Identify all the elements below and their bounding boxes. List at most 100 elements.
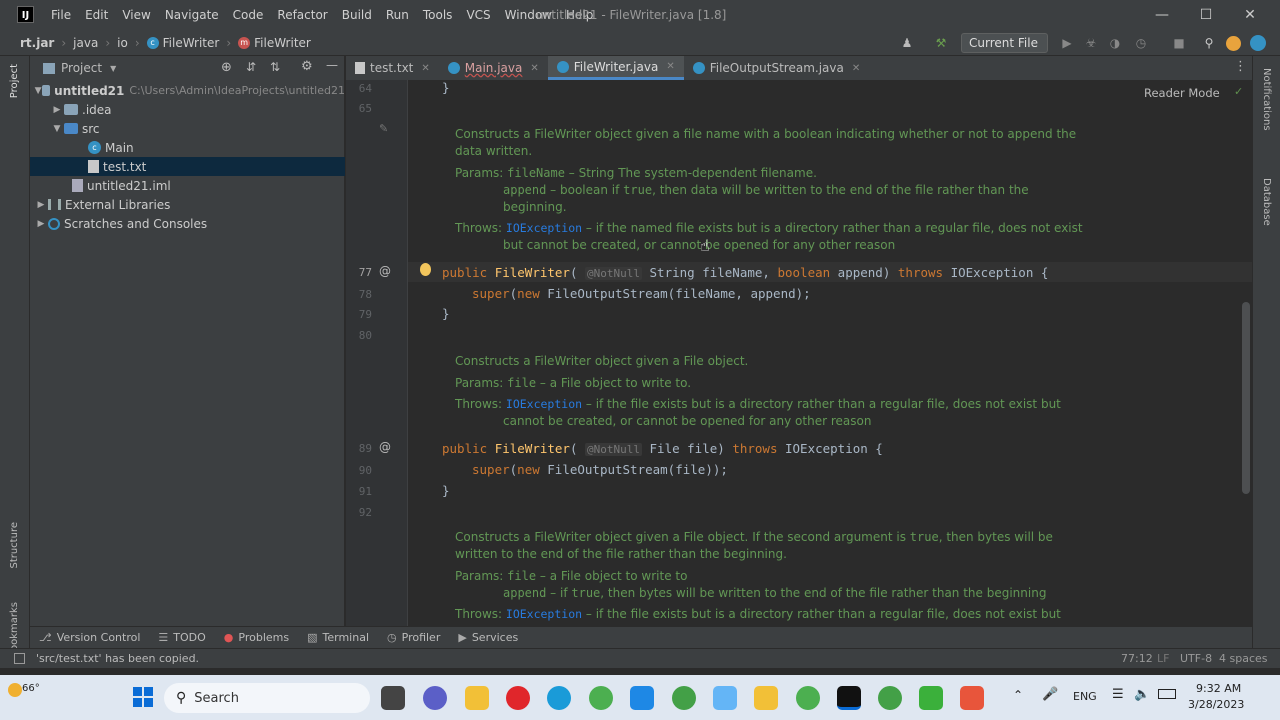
battery-icon[interactable] — [1158, 689, 1176, 699]
maximize-button[interactable]: ☐ — [1184, 0, 1228, 30]
close-icon[interactable]: ✕ — [666, 61, 674, 72]
line-separator[interactable]: LF — [1157, 652, 1169, 665]
tab-test-txt[interactable]: test.txt ✕ — [346, 56, 439, 80]
app-icon-2[interactable] — [960, 686, 984, 710]
tree-item-test-txt[interactable]: test.txt — [30, 157, 345, 176]
jetbrains-ai-icon[interactable] — [1250, 35, 1266, 51]
project-tool-tab[interactable]: Project — [9, 64, 20, 98]
menu-view[interactable]: View — [115, 0, 157, 30]
reader-mode-button[interactable]: Reader Mode — [1144, 86, 1220, 100]
doc-exception-link[interactable]: IOException — [506, 397, 582, 411]
editor-scrollbar[interactable] — [1242, 302, 1250, 494]
tree-item-untitled21[interactable]: ▼ untitled21 C:\Users\Admin\IdeaProjects… — [30, 81, 345, 100]
clock-date[interactable]: 3/28/2023 — [1188, 698, 1244, 711]
code-editor[interactable]: Reader Mode ✓ 64 } 65 ✎ Constructs a Fil… — [346, 80, 1252, 626]
opera-icon[interactable] — [506, 686, 530, 710]
structure-tool-tab[interactable]: Structure — [9, 522, 20, 569]
tab-fileoutputstream-java[interactable]: FileOutputStream.java ✕ — [684, 56, 870, 80]
tool-todo[interactable]: ☰ TODO — [149, 631, 214, 644]
gear-icon[interactable]: ⚙ — [301, 59, 313, 74]
target-icon[interactable]: ⊕ — [221, 60, 232, 75]
tool-services[interactable]: ▶ Services — [449, 631, 527, 644]
intellij-taskbar-icon[interactable] — [837, 686, 861, 710]
tree-item-main[interactable]: c Main — [30, 138, 345, 157]
intellij-logo-icon[interactable]: IJ — [17, 6, 34, 23]
tree-item-external-libraries[interactable]: ▶ External Libraries — [30, 195, 345, 214]
tool-profiler[interactable]: ◷ Profiler — [378, 631, 449, 644]
override-marker-icon[interactable]: @ — [379, 264, 391, 278]
wifi-icon[interactable]: ☰ — [1112, 687, 1124, 702]
run-icon[interactable]: ▶ — [1058, 34, 1076, 52]
chevron-down-icon[interactable]: ▼ — [34, 86, 42, 96]
chrome-icon[interactable] — [589, 686, 613, 710]
expand-all-icon[interactable]: ⇵ — [246, 60, 256, 74]
chrome-icon-3[interactable] — [878, 686, 902, 710]
menu-run[interactable]: Run — [379, 0, 416, 30]
tree-item-scratches[interactable]: ▶ Scratches and Consoles — [30, 214, 345, 233]
close-icon[interactable]: ✕ — [421, 63, 429, 74]
doc-exception-link[interactable]: IOException — [506, 607, 582, 621]
file-encoding[interactable]: UTF-8 — [1180, 652, 1212, 665]
tool-version-control[interactable]: ⎇ Version Control — [30, 631, 149, 644]
breadcrumb-class[interactable]: c FileWriter — [146, 36, 219, 50]
close-icon[interactable]: ✕ — [852, 63, 860, 74]
show-hidden-icons[interactable]: ⌃ — [1013, 688, 1023, 702]
menu-vcs[interactable]: VCS — [459, 0, 497, 30]
close-window-button[interactable]: ✕ — [1228, 0, 1272, 30]
menu-file[interactable]: File — [44, 0, 78, 30]
teams-icon[interactable] — [423, 686, 447, 710]
breadcrumb-io[interactable]: io — [117, 36, 128, 50]
notes-icon[interactable] — [754, 686, 778, 710]
menu-tools[interactable]: Tools — [416, 0, 460, 30]
project-panel-title[interactable]: Project — [61, 61, 102, 75]
breadcrumb-jar[interactable]: rt.jar — [20, 36, 54, 50]
clock-time[interactable]: 9:32 AM — [1196, 682, 1241, 695]
indent-setting[interactable]: 4 spaces — [1219, 652, 1268, 665]
lightbulb-icon[interactable] — [420, 263, 431, 276]
user-icon[interactable]: ♟ — [898, 34, 916, 52]
more-tabs-icon[interactable]: ⋮ — [1234, 59, 1247, 74]
chrome-icon-2[interactable] — [796, 686, 820, 710]
chevron-right-icon[interactable]: ▶ — [34, 219, 48, 229]
debug-icon[interactable]: ☣ — [1082, 34, 1100, 52]
search-everywhere-icon[interactable]: ⚲ — [1200, 34, 1218, 52]
caret-position[interactable]: 77:12 — [1121, 652, 1153, 665]
database-tool-tab[interactable]: Database — [1261, 178, 1272, 226]
menu-refactor[interactable]: Refactor — [270, 0, 334, 30]
build-hammer-icon[interactable]: ⚒ — [932, 34, 950, 52]
collapse-all-icon[interactable]: ⇅ — [270, 60, 280, 74]
zalo-icon[interactable] — [630, 686, 654, 710]
edge-icon[interactable] — [547, 686, 571, 710]
file-explorer-icon[interactable] — [465, 686, 489, 710]
menu-navigate[interactable]: Navigate — [158, 0, 226, 30]
tool-terminal[interactable]: ▧ Terminal — [298, 631, 378, 644]
start-icon[interactable] — [133, 687, 153, 707]
hide-panel-icon[interactable]: — — [326, 58, 338, 72]
run-configuration-select[interactable]: Current File ▼ — [961, 33, 1048, 67]
updates-icon[interactable] — [1226, 36, 1241, 51]
override-marker-icon[interactable]: @ — [379, 440, 391, 454]
app-icon[interactable] — [919, 686, 943, 710]
menu-code[interactable]: Code — [226, 0, 271, 30]
language-indicator[interactable]: ENG — [1073, 690, 1097, 703]
tree-item-src[interactable]: ▼ src — [30, 119, 345, 138]
settings-app-icon[interactable] — [713, 686, 737, 710]
volume-icon[interactable]: 🔈 — [1134, 687, 1150, 702]
chevron-right-icon[interactable]: ▶ — [50, 105, 64, 115]
edit-doc-icon[interactable]: ✎ — [379, 122, 388, 135]
minimize-button[interactable]: — — [1140, 0, 1184, 30]
notifications-tool-tab[interactable]: Notifications — [1261, 68, 1272, 131]
editor-gutter[interactable] — [346, 80, 408, 626]
profiler-icon[interactable]: ◷ — [1132, 34, 1150, 52]
tree-item-idea[interactable]: ▶ .idea — [30, 100, 345, 119]
tool-problems[interactable]: ● Problems — [215, 631, 298, 644]
tab-main-java[interactable]: Main.java ✕ — [439, 56, 548, 80]
chevron-right-icon[interactable]: ▶ — [34, 200, 48, 210]
coverage-icon[interactable]: ◑ — [1106, 34, 1124, 52]
chevron-down-icon[interactable]: ▼ — [50, 124, 64, 134]
chevron-down-icon[interactable]: ▼ — [110, 64, 116, 73]
menu-build[interactable]: Build — [335, 0, 379, 30]
tree-item-iml[interactable]: untitled21.iml — [30, 176, 345, 195]
task-view-icon[interactable] — [381, 686, 405, 710]
microphone-icon[interactable]: 🎤 — [1042, 687, 1058, 702]
